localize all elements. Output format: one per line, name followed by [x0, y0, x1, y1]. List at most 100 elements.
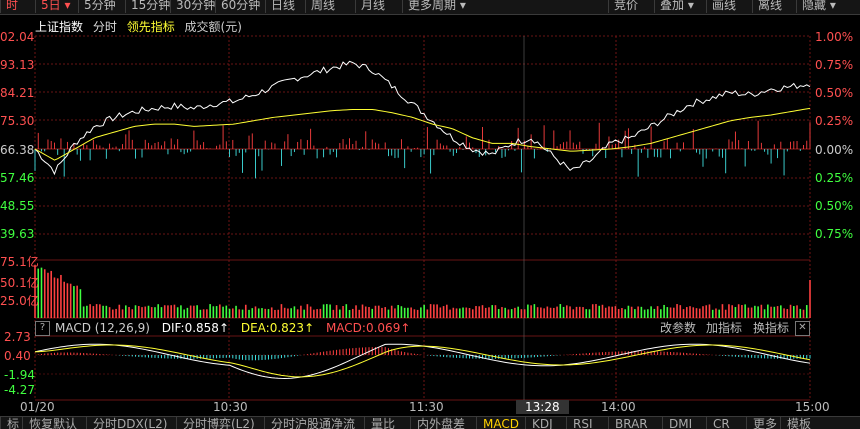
volume-bar	[121, 309, 124, 318]
add-indicator-button[interactable]: 加指标	[706, 320, 742, 336]
period-tab[interactable]: 5分钟	[78, 0, 125, 13]
toolbar-action[interactable]: 隐藏 ▾	[796, 0, 844, 13]
volume-bar	[115, 308, 117, 318]
indicator-tab[interactable]: 恢复默认	[22, 417, 86, 429]
volume-bar	[601, 304, 604, 318]
close-icon[interactable]: ✕	[795, 321, 810, 336]
indicator-tab[interactable]: KDJ	[525, 417, 566, 429]
volume-bar	[248, 309, 250, 318]
volume-bar	[614, 306, 617, 318]
period-tab[interactable]: 月线	[355, 0, 402, 13]
volume-bar	[228, 308, 231, 318]
volume-bar	[676, 304, 678, 318]
volume-bar	[695, 308, 698, 318]
volume-bar	[679, 305, 682, 318]
volume-bar	[611, 306, 613, 318]
volume-bar	[737, 304, 740, 318]
volume-bar	[442, 306, 445, 318]
volume-bar	[462, 307, 464, 318]
volume-bar	[478, 306, 481, 318]
percent-axis-label: 0.75%	[815, 227, 854, 241]
period-tab[interactable]: 30分钟	[170, 0, 215, 13]
volume-label[interactable]: 成交额(元)	[185, 20, 242, 34]
indicator-tab[interactable]: 内外盘差	[410, 417, 476, 429]
macd-axis-label: -1.94	[4, 368, 36, 382]
volume-bar	[157, 304, 160, 318]
indicator-tab[interactable]: MACD	[476, 417, 525, 429]
mode-label[interactable]: 分时	[93, 20, 117, 34]
volume-bar	[682, 309, 685, 318]
volume-bar	[105, 305, 108, 318]
price-line	[34, 60, 811, 176]
volume-bar	[351, 308, 354, 318]
volume-bar	[257, 308, 260, 318]
indicator-tab[interactable]: DMI	[662, 417, 706, 429]
indicator-tab[interactable]: BRAR	[608, 417, 662, 429]
volume-axis-label: 25.0亿	[0, 294, 39, 308]
volume-bar	[329, 304, 331, 318]
price-axis-label: 02.04	[0, 30, 35, 44]
volume-bar	[196, 305, 198, 318]
volume-bar	[698, 308, 701, 318]
volume-bar	[53, 277, 56, 318]
indicator-tab[interactable]: 分时博弈(L2)	[176, 417, 264, 429]
indicator-tab[interactable]: 分时沪股通净流	[264, 417, 364, 429]
toolbar-action[interactable]: 离线	[752, 0, 800, 13]
volume-bar	[102, 305, 104, 318]
period-tab[interactable]: 周线	[305, 0, 355, 13]
volume-bar	[523, 309, 526, 318]
volume-bar	[520, 309, 523, 318]
volume-bar	[429, 304, 432, 318]
volume-bar	[724, 309, 727, 318]
toolbar-action[interactable]: 画线	[706, 0, 754, 13]
volume-bar	[364, 306, 367, 318]
period-tab[interactable]: 更多周期 ▾	[402, 0, 472, 13]
volume-bar	[439, 307, 442, 318]
indicator-tab[interactable]: RSI	[566, 417, 608, 429]
toolbar-action[interactable]: 竞价	[608, 0, 656, 13]
period-tab[interactable]: 日线	[265, 0, 305, 13]
leading-indicator-label[interactable]: 领先指标	[127, 20, 175, 34]
macd-label: MACD:	[325, 321, 366, 335]
volume-bar	[591, 304, 594, 318]
volume-bar	[494, 305, 497, 318]
volume-bar	[497, 309, 500, 318]
volume-bar	[685, 307, 688, 318]
indicator-tab[interactable]: 模板	[780, 417, 860, 429]
volume-bar	[277, 309, 280, 318]
period-tab[interactable]: 15分钟	[125, 0, 170, 13]
volume-bar	[747, 307, 750, 318]
volume-bar	[47, 272, 49, 318]
volume-bar	[608, 306, 610, 318]
volume-bar	[627, 305, 630, 318]
volume-bar	[183, 309, 185, 318]
cursor-time-label: 13:28	[516, 400, 569, 414]
macd-dif: DIF:0.858↑	[162, 321, 229, 335]
index-name[interactable]: 上证指数	[35, 20, 83, 34]
dif-line	[34, 343, 811, 379]
indicator-tab[interactable]: 分时DDX(L2)	[86, 417, 176, 429]
volume-bar	[290, 308, 292, 318]
volume-bar	[767, 304, 769, 318]
volume-bar	[809, 280, 811, 318]
period-tab[interactable]: 时	[0, 0, 35, 13]
volume-bar	[79, 289, 82, 318]
volume-bar	[374, 305, 377, 318]
volume-bar	[621, 308, 623, 318]
indicator-tab[interactable]: 更多	[746, 417, 780, 429]
period-tab[interactable]: 60分钟	[215, 0, 265, 13]
change-params-button[interactable]: 改参数	[660, 320, 696, 336]
period-toolbar: 时 5日 ▾ 5分钟 15分钟 30分钟 60分钟 日线 周线 月线 更多周期 ▾ 竞价 叠加 ▾ 画线…	[0, 0, 860, 15]
toolbar-action[interactable]: 叠加 ▾	[654, 0, 702, 13]
indicator-tab[interactable]: CR	[706, 417, 746, 429]
period-tab[interactable]: 5日 ▾	[35, 0, 78, 13]
volume-bar	[624, 309, 626, 318]
volume-bar	[426, 309, 429, 318]
volume-bar	[416, 309, 419, 318]
volume-bar	[721, 304, 724, 318]
volume-bar	[163, 305, 166, 318]
switch-indicator-button[interactable]: 换指标	[753, 320, 789, 336]
indicator-tab[interactable]: 量比	[364, 417, 410, 429]
macd-value: 0.069	[365, 321, 401, 335]
indicator-tab[interactable]: 标	[0, 417, 22, 429]
